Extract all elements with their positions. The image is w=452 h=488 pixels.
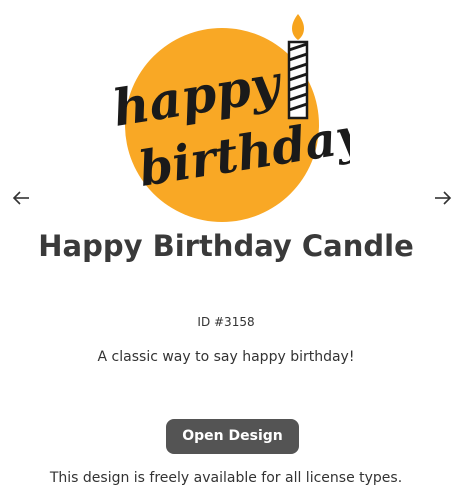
candle-flame xyxy=(292,14,304,40)
design-detail-page: happy birthday Happy Birthday Candle ID … xyxy=(0,0,452,488)
birthday-candle-illustration: happy birthday xyxy=(109,14,371,222)
design-id-label: ID #3158 xyxy=(197,315,255,329)
design-description: A classic way to say happy birthday! xyxy=(97,349,355,365)
arrow-left-icon xyxy=(12,191,29,205)
next-design-button[interactable] xyxy=(430,186,452,210)
license-note: This design is freely available for all … xyxy=(49,470,403,486)
previous-design-button[interactable] xyxy=(10,186,34,210)
arrow-right-icon xyxy=(435,191,452,205)
open-design-button[interactable]: Open Design xyxy=(166,419,299,454)
design-artwork: happy birthday xyxy=(100,8,371,228)
design-title: Happy Birthday Candle xyxy=(38,229,414,263)
